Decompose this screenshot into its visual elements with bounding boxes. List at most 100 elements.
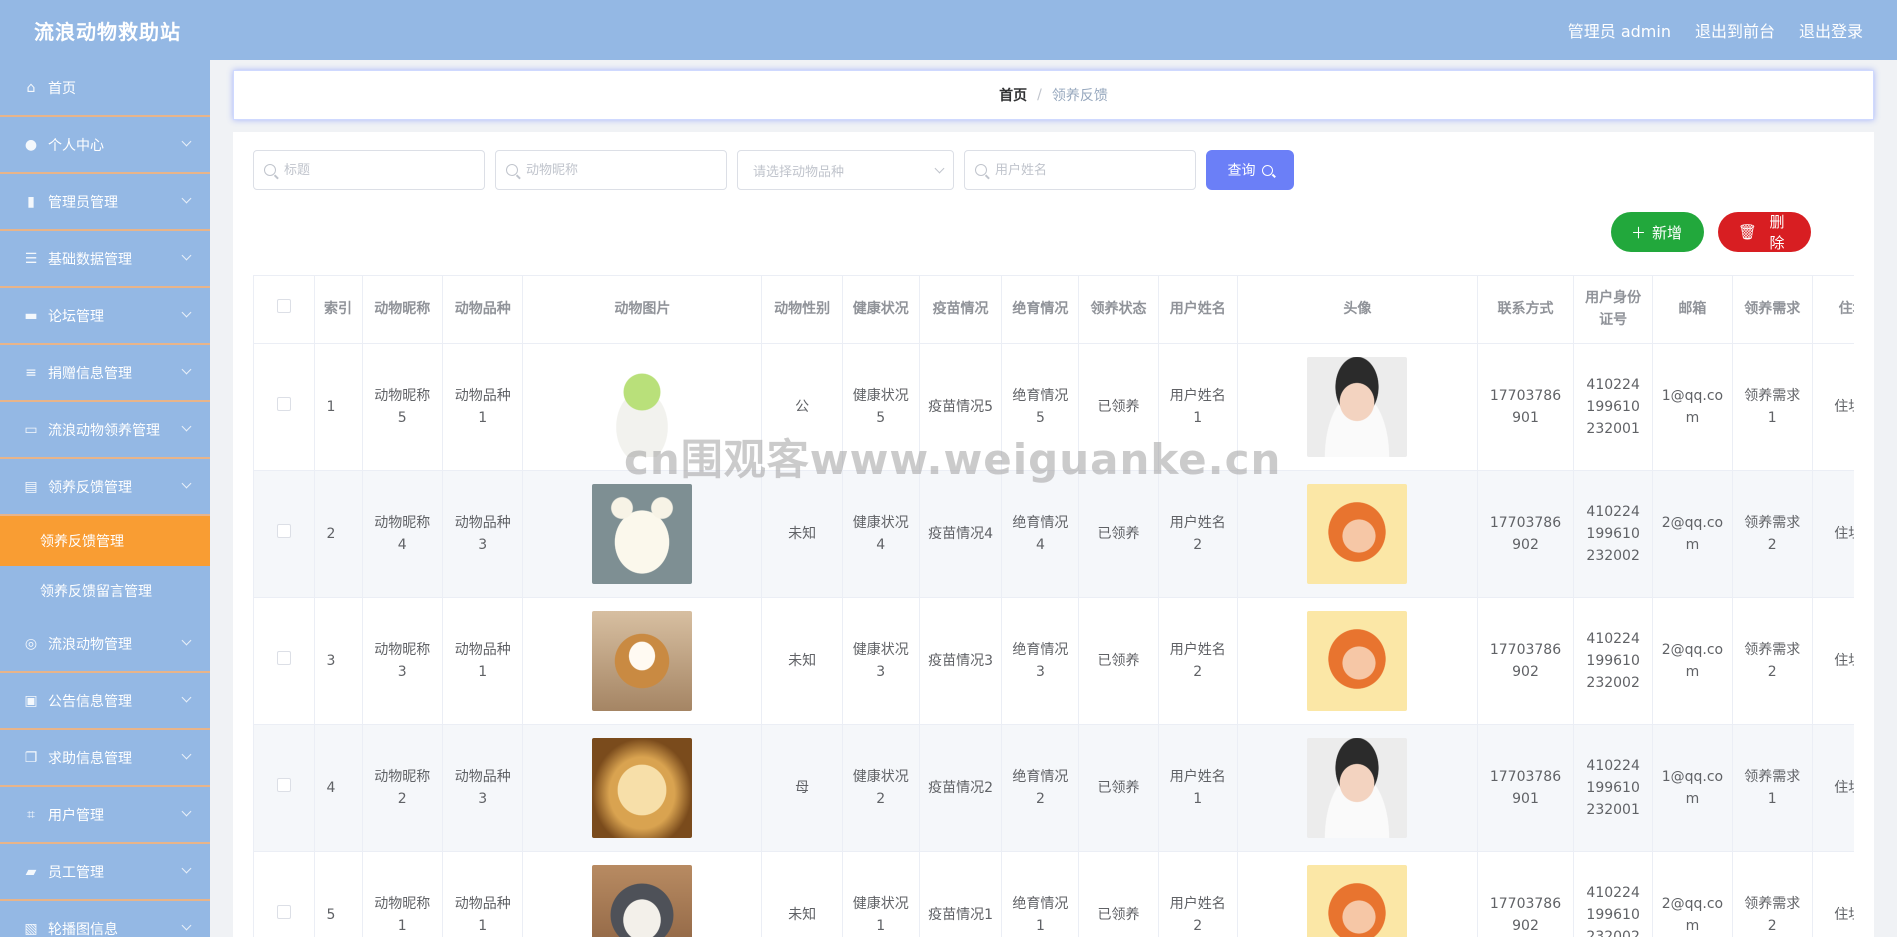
sidebar-item[interactable]: ▭ 流浪动物领养管理	[0, 402, 210, 459]
cell-nickname: 动物昵称1	[362, 851, 443, 937]
row-select-cell	[254, 343, 315, 471]
cell-idcard: 410224199610232002	[1573, 470, 1654, 598]
nickname-search-field[interactable]	[495, 150, 727, 190]
nickname-search-input[interactable]	[526, 162, 716, 178]
cell-health: 健康状况3	[842, 597, 920, 725]
search-icon	[264, 164, 276, 176]
row-checkbox[interactable]	[276, 904, 291, 919]
avatar-cell	[1237, 470, 1478, 598]
admin-user-link[interactable]: 管理员 admin	[1568, 18, 1671, 42]
sidebar-item-label: 求助信息管理	[48, 750, 132, 767]
cell-vaccine: 疫苗情况3	[919, 597, 1003, 725]
row-checkbox[interactable]	[276, 396, 291, 411]
sidebar-item-label: 流浪动物管理	[48, 636, 132, 653]
select-all-checkbox[interactable]	[276, 299, 291, 314]
sidebar-item[interactable]: ● 个人中心	[0, 117, 210, 174]
breed-select[interactable]: 请选择动物品种	[737, 150, 954, 190]
sidebar-item-label: 基础数据管理	[48, 251, 132, 268]
sidebar-item[interactable]: ▬ 论坛管理	[0, 288, 210, 345]
chevron-down-icon	[181, 635, 192, 646]
cell-phone: 17703786901	[1477, 724, 1575, 852]
search-icon	[506, 164, 518, 176]
cell-gender: 未知	[761, 851, 843, 937]
table-row[interactable]: 4 动物昵称2 动物品种3 母健康状况2 疫苗情况2 绝育情况2 已领养 用户姓名1 17703…	[254, 724, 1854, 852]
sidebar-subitem[interactable]: 领养反馈留言管理	[0, 566, 210, 616]
column-header: 动物图片	[522, 276, 763, 344]
chevron-down-icon	[181, 806, 192, 817]
cell-index: 2	[314, 470, 363, 598]
cell-phone: 17703786902	[1477, 470, 1575, 598]
sidebar-item[interactable]: ▧ 轮播图信息	[0, 901, 210, 937]
delete-button[interactable]: 🗑 删除	[1718, 212, 1811, 252]
cell-need: 领养需求1	[1732, 724, 1813, 852]
sidebar-item-label: 管理员管理	[48, 194, 118, 211]
animal-picture	[592, 610, 693, 711]
add-button[interactable]: ＋ 新增	[1611, 212, 1704, 252]
table-row[interactable]: 1 动物昵称5 动物品种1 公健康状况5 疫苗情况5 绝育情况5 已领养 用户姓名1 17703…	[254, 343, 1854, 471]
cell-vaccine: 疫苗情况2	[919, 724, 1003, 852]
chevron-down-icon	[181, 364, 192, 375]
column-header: 联系方式	[1477, 276, 1575, 344]
row-select-cell	[254, 851, 315, 937]
cell-email: 2@qq.com	[1652, 851, 1733, 937]
crop-icon: ⌗	[27, 806, 35, 823]
sidebar-subitem[interactable]: 领养反馈管理	[0, 516, 210, 566]
column-header: 住址	[1812, 276, 1854, 344]
logout-link[interactable]: 退出登录	[1799, 18, 1863, 42]
animal-picture-cell	[522, 851, 763, 937]
cell-breed: 动物品种1	[442, 597, 524, 725]
column-header: 疫苗情况	[919, 276, 1003, 344]
title-search-field[interactable]	[253, 150, 485, 190]
cell-addr: 住址2	[1812, 851, 1854, 937]
cell-nickname: 动物昵称2	[362, 724, 443, 852]
cell-vaccine: 疫苗情况1	[919, 851, 1003, 937]
sliders-icon: ≡	[25, 364, 37, 381]
cell-health: 健康状况2	[842, 724, 920, 852]
cell-gender: 未知	[761, 470, 843, 598]
sidebar-item[interactable]: ⌗ 用户管理	[0, 787, 210, 844]
user-search-field[interactable]	[964, 150, 1196, 190]
sidebar-item-label: 捐赠信息管理	[48, 365, 132, 382]
column-header: 动物昵称	[362, 276, 443, 344]
sidebar-item[interactable]: ▰ 员工管理	[0, 844, 210, 901]
cell-idcard: 410224199610232001	[1573, 343, 1654, 471]
avatar	[1307, 483, 1408, 584]
query-button[interactable]: 查询	[1206, 150, 1294, 190]
column-header: 头像	[1237, 276, 1478, 344]
row-select-cell	[254, 470, 315, 598]
sidebar-item[interactable]: ▤ 领养反馈管理	[0, 459, 210, 516]
breadcrumb-home[interactable]: 首页	[999, 85, 1027, 105]
table-row[interactable]: 5 动物昵称1 动物品种1 未知 健康状况1 疫苗情况1 绝育情况1 已领养 用户姓名2 1770…	[254, 851, 1854, 937]
user-search-input[interactable]	[995, 162, 1185, 178]
add-button-label: 新增	[1652, 223, 1683, 242]
sidebar-item[interactable]: ☰ 基础数据管理	[0, 231, 210, 288]
cell-neuter: 绝育情况3	[1001, 597, 1080, 725]
row-checkbox[interactable]	[276, 650, 291, 665]
title-search-input[interactable]	[284, 162, 474, 178]
sidebar-item[interactable]: ❐ 求助信息管理	[0, 730, 210, 787]
row-checkbox[interactable]	[276, 777, 291, 792]
chevron-down-icon	[181, 920, 192, 931]
row-select-cell	[254, 597, 315, 725]
sidebar-item[interactable]: ⌂ 首页	[0, 60, 210, 117]
cell-phone: 17703786901	[1477, 343, 1575, 471]
column-header: 动物品种	[442, 276, 524, 344]
sidebar-item[interactable]: ◎ 流浪动物管理	[0, 616, 210, 673]
row-checkbox[interactable]	[276, 523, 291, 538]
animal-picture-cell	[522, 597, 763, 725]
sidebar-item[interactable]: ▣ 公告信息管理	[0, 673, 210, 730]
sidebar-item[interactable]: ▮ 管理员管理	[0, 174, 210, 231]
cell-gender: 公	[761, 343, 843, 471]
cell-vaccine: 疫苗情况4	[919, 470, 1003, 598]
column-header: 绝育情况	[1001, 276, 1080, 344]
sidebar-item[interactable]: ≡ 捐赠信息管理	[0, 345, 210, 402]
cell-phone: 17703786902	[1477, 851, 1575, 937]
chevron-down-icon	[181, 692, 192, 703]
cell-user: 用户姓名2	[1158, 597, 1238, 725]
cell-vaccine: 疫苗情况5	[919, 343, 1003, 471]
exit-to-frontend-link[interactable]: 退出到前台	[1695, 18, 1775, 42]
table-row[interactable]: 2 动物昵称4 动物品种3 未知 健康状况4 疫苗情况4 绝育情况4 已领养 用户姓名2 1770…	[254, 470, 1854, 598]
app-title: 流浪动物救助站	[34, 19, 181, 44]
table-row[interactable]: 3 动物昵称3 动物品种1 未知 健康状况3 疫苗情况3 绝育情况3 已领养 用户姓名2 1770…	[254, 597, 1854, 725]
sidebar-item-label: 员工管理	[48, 864, 104, 881]
